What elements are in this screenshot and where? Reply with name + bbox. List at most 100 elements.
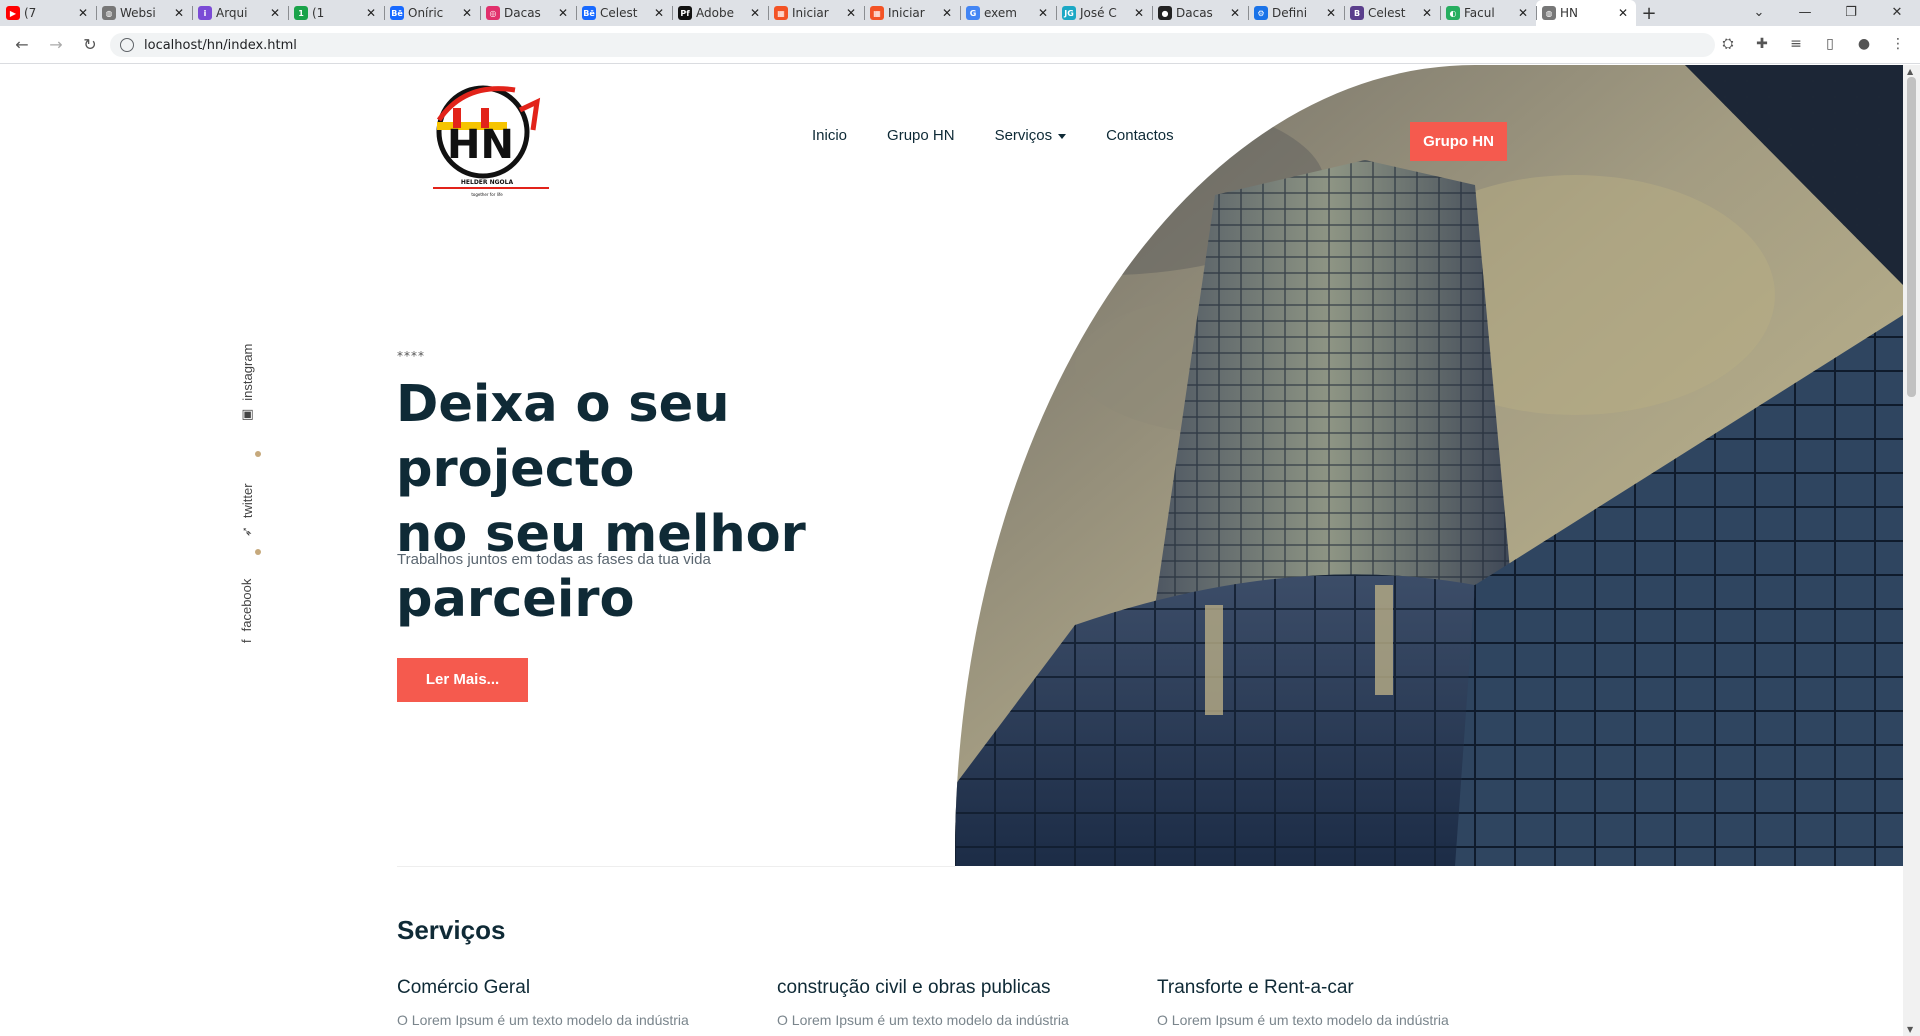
microsoft-icon: ▦ [870, 6, 884, 20]
caret-down-icon [1058, 133, 1067, 139]
nav-link-inicio[interactable]: Inicio [812, 127, 847, 144]
browser-tab[interactable]: ◐ Facul ✕ [1440, 0, 1536, 26]
browser-tab[interactable]: ▦ Iniciar ✕ [768, 0, 864, 26]
back-arrow-icon[interactable]: ← [10, 33, 34, 57]
scroll-down-icon[interactable]: ▼ [1907, 1025, 1913, 1034]
globe-icon: ◍ [1542, 6, 1556, 20]
extensions-icon[interactable]: ✚ [1752, 33, 1772, 55]
close-icon[interactable]: ✕ [268, 6, 282, 20]
browser-tabstrip: ▶ (7 ✕ ◍ Websi ✕ i Arqui ✕ 1 (1 ✕ Bē Oníric ✕ ◎ Dac… [0, 0, 1920, 26]
ler-mais-button[interactable]: Ler Mais... [397, 658, 528, 702]
side-panel-icon[interactable]: ▯ [1820, 33, 1840, 55]
browser-tab[interactable]: Gexem ✕ [960, 0, 1056, 26]
site-icon: JG [1062, 6, 1076, 20]
translate-icon[interactable]: ⛭ [1718, 33, 1738, 55]
browser-tab[interactable]: ▦ Iniciar ✕ [864, 0, 960, 26]
close-icon[interactable]: ✕ [556, 6, 570, 20]
behance-icon: Bē [390, 6, 404, 20]
browser-tab[interactable]: ◎ Dacas ✕ [480, 0, 576, 26]
close-icon[interactable]: ✕ [748, 6, 762, 20]
service-title: construção civil e obras publicas [777, 977, 1051, 998]
forward-arrow-icon[interactable]: → [44, 33, 68, 57]
social-facebook[interactable]: f facebook [239, 579, 254, 643]
browser-tab[interactable]: B Celest ✕ [1344, 0, 1440, 26]
site-icon: i [198, 6, 212, 20]
hero-headline: Deixa o seu projecto no seu melhor parce… [396, 375, 806, 629]
logo-name: HELDER NGOLA [461, 179, 514, 186]
adobe-icon: Pf [678, 6, 692, 20]
service-text: O Lorem Ipsum é um texto modelo da indús… [397, 1012, 689, 1028]
close-icon[interactable]: ✕ [844, 6, 858, 20]
reload-icon[interactable]: ↻ [78, 33, 102, 57]
close-icon[interactable]: ✕ [1616, 6, 1630, 20]
browser-tab[interactable]: i Arqui ✕ [192, 0, 288, 26]
service-text: O Lorem Ipsum é um texto modelo da indús… [777, 1012, 1069, 1028]
microsoft-icon: ▦ [774, 6, 788, 20]
helder-ngola-logo[interactable]: HN HELDER NGOLA together for life [425, 80, 550, 200]
browser-tab[interactable]: ● Dacas ✕ [1152, 0, 1248, 26]
close-icon[interactable]: ✕ [652, 6, 666, 20]
new-tab-button[interactable]: + [1636, 3, 1662, 24]
separator-dot [255, 549, 261, 555]
window-controls: ⌄ — ❐ ✕ [1736, 0, 1920, 26]
close-icon[interactable]: ✕ [1420, 6, 1434, 20]
section-divider [397, 866, 955, 867]
close-icon[interactable]: ✕ [76, 6, 90, 20]
hero-eyebrow: **** [397, 349, 425, 363]
behance-icon: Bē [582, 6, 596, 20]
site-icon: 1 [294, 6, 308, 20]
window-close-button[interactable]: ✕ [1874, 0, 1920, 26]
gear-icon: ⚙ [1254, 6, 1268, 20]
close-icon[interactable]: ✕ [460, 6, 474, 20]
social-twitter[interactable]: ➶ twitter [239, 483, 255, 537]
grupo-hn-button[interactable]: Grupo HN [1410, 122, 1507, 161]
menu-icon[interactable]: ⋮ [1888, 33, 1908, 55]
url-text: localhost/hn/index.html [144, 37, 297, 53]
close-icon[interactable]: ✕ [1324, 6, 1338, 20]
close-icon[interactable]: ✕ [1036, 6, 1050, 20]
browser-tab[interactable]: Bē Celest ✕ [576, 0, 672, 26]
close-icon[interactable]: ✕ [364, 6, 378, 20]
globe-icon: ◍ [102, 6, 116, 20]
nav-link-grupo-hn[interactable]: Grupo HN [887, 127, 955, 144]
social-instagram[interactable]: ▣ instagram [239, 344, 255, 421]
browser-tab[interactable]: Bē Oníric ✕ [384, 0, 480, 26]
page-scrollbar[interactable]: ▲ ▼ [1903, 65, 1920, 1036]
browser-tab-active[interactable]: ◍ HN ✕ [1536, 0, 1636, 26]
maximize-button[interactable]: ❐ [1828, 0, 1874, 26]
scrollbar-thumb[interactable] [1907, 77, 1916, 397]
social-links: ▣ instagram ➶ twitter f facebook [239, 344, 279, 781]
close-icon[interactable]: ✕ [1516, 6, 1530, 20]
close-icon[interactable]: ✕ [1228, 6, 1242, 20]
nav-link-contactos[interactable]: Contactos [1106, 127, 1174, 144]
browser-tab[interactable]: Pf Adobe ✕ [672, 0, 768, 26]
close-icon[interactable]: ✕ [1132, 6, 1146, 20]
profile-icon[interactable]: ● [1854, 33, 1874, 55]
browser-toolbar: ← → ↻ localhost/hn/index.html ⛭ ✚ ≡ ▯ ● … [0, 26, 1920, 64]
service-text: O Lorem Ipsum é um texto modelo da indús… [1157, 1012, 1449, 1028]
browser-tab[interactable]: ◍ Websi ✕ [96, 0, 192, 26]
address-bar[interactable]: localhost/hn/index.html [110, 33, 1715, 57]
main-nav: Inicio Grupo HN Serviços Contactos [812, 127, 1174, 144]
browser-tab[interactable]: 1 (1 ✕ [288, 0, 384, 26]
site-info-icon[interactable] [120, 38, 134, 52]
site-icon: ◐ [1446, 6, 1460, 20]
facebook-icon: f [239, 639, 254, 643]
service-title: Comércio Geral [397, 977, 531, 998]
scroll-up-icon[interactable]: ▲ [1907, 67, 1913, 76]
tab-search-icon[interactable]: ⌄ [1736, 0, 1782, 26]
nav-servicos-label: Serviços [994, 127, 1053, 144]
youtube-icon: ▶ [6, 6, 20, 20]
close-icon[interactable]: ✕ [172, 6, 186, 20]
github-icon: ● [1158, 6, 1172, 20]
minimize-button[interactable]: — [1782, 0, 1828, 26]
nav-link-servicos[interactable]: Serviços [995, 127, 1067, 144]
close-icon[interactable]: ✕ [940, 6, 954, 20]
browser-tab[interactable]: JG José C ✕ [1056, 0, 1152, 26]
browser-tab[interactable]: ⚙ Defini ✕ [1248, 0, 1344, 26]
toolbar-icons: ⛭ ✚ ≡ ▯ ● ⋮ [1718, 33, 1908, 55]
page-viewport: HN HELDER NGOLA together for life Inicio… [0, 65, 1920, 1036]
browser-tab[interactable]: ▶ (7 ✕ [0, 0, 96, 26]
reading-list-icon[interactable]: ≡ [1786, 33, 1806, 55]
site-icon: B [1350, 6, 1364, 20]
